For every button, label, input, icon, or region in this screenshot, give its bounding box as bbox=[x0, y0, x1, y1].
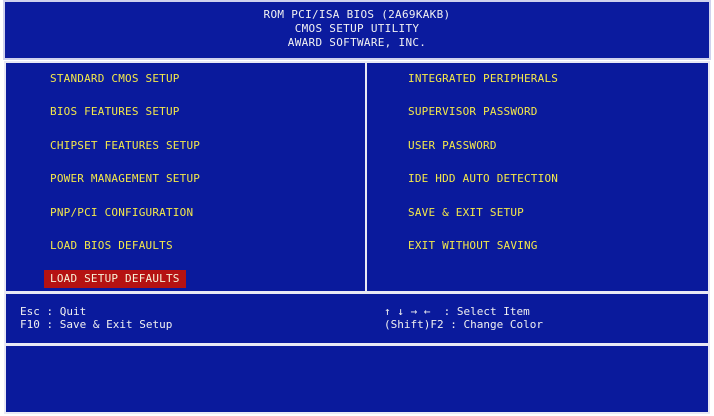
menu-item-save-exit-setup[interactable]: SAVE & EXIT SETUP bbox=[402, 204, 530, 222]
menu-item-chipset-features-setup[interactable]: CHIPSET FEATURES SETUP bbox=[44, 137, 206, 155]
menu-item-pnp-pci-configuration[interactable]: PNP/PCI CONFIGURATION bbox=[44, 204, 199, 222]
status-bar bbox=[4, 344, 710, 414]
menu-item-user-password[interactable]: USER PASSWORD bbox=[402, 137, 503, 155]
menu-item-exit-without-saving[interactable]: EXIT WITHOUT SAVING bbox=[402, 237, 544, 255]
menu-item-bios-features-setup[interactable]: BIOS FEATURES SETUP bbox=[44, 103, 186, 121]
menu-item-power-management-setup[interactable]: POWER MANAGEMENT SETUP bbox=[44, 170, 206, 188]
menu-item-load-bios-defaults[interactable]: LOAD BIOS DEFAULTS bbox=[44, 237, 179, 255]
help-f10-save-exit: F10 : Save & Exit Setup bbox=[20, 318, 173, 331]
help-change-color: (Shift)F2 : Change Color bbox=[384, 318, 543, 331]
menu-item-supervisor-password[interactable]: SUPERVISOR PASSWORD bbox=[402, 103, 544, 121]
bios-header: ROM PCI/ISA BIOS (2A69KAKB) CMOS SETUP U… bbox=[3, 0, 711, 60]
menu-item-integrated-peripherals[interactable]: INTEGRATED PERIPHERALS bbox=[402, 70, 564, 88]
help-bar: Esc : Quit F10 : Save & Exit Setup ↑ ↓ →… bbox=[4, 292, 710, 345]
menu-item-standard-cmos-setup[interactable]: STANDARD CMOS SETUP bbox=[44, 70, 186, 88]
menu-item-load-setup-defaults[interactable]: LOAD SETUP DEFAULTS bbox=[44, 270, 186, 288]
help-esc-quit: Esc : Quit bbox=[20, 305, 87, 318]
bios-screen: ROM PCI/ISA BIOS (2A69KAKB) CMOS SETUP U… bbox=[0, 0, 714, 416]
main-menu: STANDARD CMOS SETUP BIOS FEATURES SETUP … bbox=[4, 61, 710, 293]
cmos-setup-title: CMOS SETUP UTILITY bbox=[294, 22, 420, 35]
menu-divider bbox=[365, 63, 367, 291]
menu-item-ide-hdd-auto-detection[interactable]: IDE HDD AUTO DETECTION bbox=[402, 170, 564, 188]
vendor-name: AWARD SOFTWARE, INC. bbox=[287, 36, 427, 49]
bios-rom-title: ROM PCI/ISA BIOS (2A69KAKB) bbox=[263, 8, 451, 21]
help-select-item: ↑ ↓ → ← : Select Item bbox=[384, 305, 530, 318]
